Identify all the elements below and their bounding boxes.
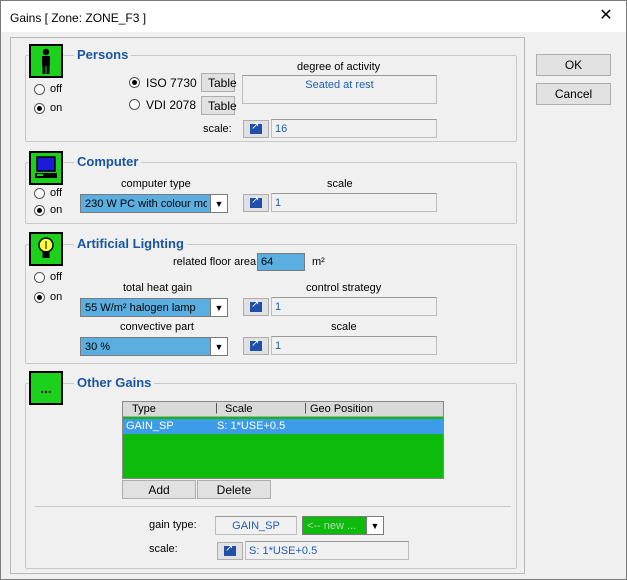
chevron-down-icon: ▼ bbox=[210, 195, 227, 212]
row-type: GAIN_SP bbox=[126, 420, 174, 432]
computer-icon bbox=[29, 151, 63, 185]
iso-table-button[interactable]: Table bbox=[201, 73, 237, 92]
lighting-heading: Artificial Lighting bbox=[74, 236, 187, 251]
chevron-down-icon: ▼ bbox=[210, 299, 227, 316]
computer-on-radio[interactable] bbox=[34, 205, 45, 216]
persons-off-radio[interactable] bbox=[34, 84, 45, 95]
list-header: Type | Scale | Geo Position bbox=[123, 402, 443, 417]
gain-type-select[interactable]: <-- new ... ▼ bbox=[302, 516, 384, 535]
other-scale-label: scale: bbox=[149, 543, 178, 555]
lighting-scale-field[interactable]: 1 bbox=[271, 336, 437, 355]
computer-scale-field[interactable]: 1 bbox=[271, 193, 437, 212]
vdi-label: VDI 2078 bbox=[146, 98, 197, 112]
computer-heading: Computer bbox=[74, 154, 142, 169]
computer-scale-picker-icon[interactable] bbox=[243, 194, 269, 212]
divider bbox=[35, 506, 511, 507]
lighting-on-label: on bbox=[50, 291, 63, 303]
control-strategy-label: control strategy bbox=[306, 282, 382, 294]
degree-label: degree of activity bbox=[297, 61, 381, 73]
heat-gain-select[interactable]: 55 W/m² halogen lamp ▼ bbox=[80, 298, 228, 317]
heat-gain-label: total heat gain bbox=[123, 282, 193, 294]
persons-heading: Persons bbox=[74, 47, 132, 62]
person-icon bbox=[29, 44, 63, 78]
computer-type-value: 230 W PC with colour monitor bbox=[85, 198, 207, 210]
convective-value: 30 % bbox=[85, 341, 111, 353]
gains-dialog: Gains [ Zone: ZONE_F3 ] ✕ OK Cancel Pers… bbox=[0, 0, 627, 580]
persons-on-label: on bbox=[50, 102, 63, 114]
other-gains-list[interactable]: Type | Scale | Geo Position GAIN_SP S: 1… bbox=[122, 401, 444, 479]
vdi-radio[interactable] bbox=[129, 99, 140, 110]
convective-select[interactable]: 30 % ▼ bbox=[80, 337, 228, 356]
delete-button[interactable]: Delete bbox=[197, 480, 271, 499]
control-strategy-field[interactable]: 1 bbox=[271, 297, 437, 316]
chevron-down-icon: ▼ bbox=[366, 517, 383, 534]
computer-off-label: off bbox=[50, 187, 63, 199]
column-type[interactable]: Type bbox=[132, 403, 156, 415]
persons-off-label: off bbox=[50, 83, 63, 95]
close-icon[interactable]: ✕ bbox=[592, 5, 620, 27]
lighting-off-radio[interactable] bbox=[34, 272, 45, 283]
convective-label: convective part bbox=[120, 321, 194, 333]
other-scale-picker-icon[interactable] bbox=[217, 542, 243, 560]
other-gains-heading: Other Gains bbox=[74, 375, 155, 390]
control-strategy-picker-icon[interactable] bbox=[243, 298, 269, 316]
computer-type-label: computer type bbox=[121, 178, 191, 190]
lighting-off-label: off bbox=[50, 271, 63, 283]
column-divider: | bbox=[215, 402, 218, 414]
persons-on-radio[interactable] bbox=[34, 103, 45, 114]
computer-on-label: on bbox=[50, 204, 63, 216]
persons-scale-label: scale: bbox=[203, 123, 232, 135]
computer-off-radio[interactable] bbox=[34, 188, 45, 199]
light-bulb-icon bbox=[29, 232, 63, 266]
more-icon: ... bbox=[29, 371, 63, 405]
gain-type-label: gain type: bbox=[149, 519, 197, 531]
lighting-scale-picker-icon[interactable] bbox=[243, 337, 269, 355]
window-title: Gains [ Zone: ZONE_F3 ] bbox=[10, 11, 147, 25]
lighting-scale-label: scale bbox=[331, 321, 357, 333]
floor-area-unit: m² bbox=[312, 256, 325, 268]
floor-area-label: related floor area: bbox=[173, 256, 260, 268]
chevron-down-icon: ▼ bbox=[210, 338, 227, 355]
title-bar: Gains [ Zone: ZONE_F3 ] ✕ bbox=[1, 1, 626, 32]
ok-button[interactable]: OK bbox=[536, 54, 611, 76]
computer-scale-label: scale bbox=[327, 178, 353, 190]
persons-scale-field[interactable]: 16 bbox=[271, 119, 437, 138]
gain-new-value: <-- new ... bbox=[307, 520, 357, 532]
computer-type-select[interactable]: 230 W PC with colour monitor ▼ bbox=[80, 194, 228, 213]
heat-gain-value: 55 W/m² halogen lamp bbox=[85, 302, 196, 314]
floor-area-field[interactable]: 64 bbox=[257, 253, 305, 271]
column-geo[interactable]: Geo Position bbox=[310, 403, 373, 415]
add-button[interactable]: Add bbox=[122, 480, 196, 499]
iso-label: ISO 7730 bbox=[146, 76, 197, 90]
degree-field[interactable]: Seated at rest bbox=[242, 75, 437, 104]
table-row[interactable]: GAIN_SP S: 1*USE+0.5 bbox=[123, 419, 443, 434]
row-scale: S: 1*USE+0.5 bbox=[217, 420, 286, 432]
cancel-button[interactable]: Cancel bbox=[536, 83, 611, 105]
persons-scale-picker-icon[interactable] bbox=[243, 120, 269, 138]
lighting-on-radio[interactable] bbox=[34, 292, 45, 303]
other-scale-field[interactable]: S: 1*USE+0.5 bbox=[245, 541, 409, 560]
iso-radio[interactable] bbox=[129, 77, 140, 88]
column-scale[interactable]: Scale bbox=[225, 403, 253, 415]
column-divider: | bbox=[304, 402, 307, 414]
vdi-table-button[interactable]: Table bbox=[201, 96, 237, 115]
gain-type-field[interactable]: GAIN_SP bbox=[215, 516, 297, 535]
